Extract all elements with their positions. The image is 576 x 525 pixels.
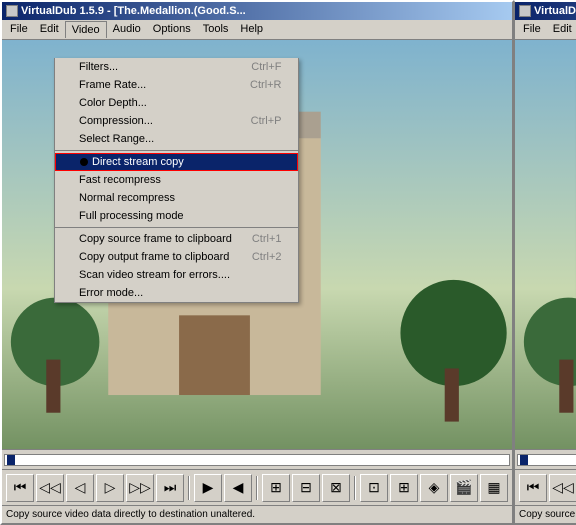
left-btn-next-key[interactable]: ▷▷ (126, 474, 154, 502)
left-toolbar-area: ⏮ ◁◁ ◁ ▷ ▷▷ ⏭ ▶ ◀ ⊞ ⊟ ⊠ ⊡ ⊞ ◈ 🎬 ▦ (2, 469, 512, 505)
video-menu-scanstream[interactable]: Scan video stream for errors.... (55, 266, 298, 284)
left-btn-start[interactable]: ⏮ (6, 474, 34, 502)
left-status-text: Copy source video data directly to desti… (6, 509, 508, 520)
left-btn-extra1[interactable]: ⊡ (360, 474, 388, 502)
left-menu-tools[interactable]: Tools (197, 21, 235, 38)
left-toolbar-sep3 (354, 476, 356, 500)
left-btn-extra2[interactable]: ⊞ (390, 474, 418, 502)
left-toolbar-sep2 (256, 476, 258, 500)
video-menu-copyoutput[interactable]: Copy output frame to clipboard Ctrl+2 (55, 248, 298, 266)
left-btn-fit[interactable]: ⊠ (322, 474, 350, 502)
left-window: VirtualDub 1.5.9 - [The.Medallion.(Good.… (0, 0, 514, 525)
video-menu-normalrecompress[interactable]: Normal recompress (55, 189, 298, 207)
left-menu-help[interactable]: Help (234, 21, 269, 38)
left-btn-next[interactable]: ▷ (96, 474, 124, 502)
right-menu-file[interactable]: File (517, 21, 547, 38)
left-menu-bar: File Edit Video Audio Options Tools Help (2, 20, 512, 40)
left-btn-extra3[interactable]: ◈ (420, 474, 448, 502)
right-timeline-track[interactable] (517, 454, 576, 466)
radio-dot-directstream (80, 158, 88, 166)
left-menu-audio[interactable]: Audio (107, 21, 147, 38)
video-menu-fullprocessing[interactable]: Full processing mode (55, 207, 298, 225)
right-timeline-area (515, 449, 576, 469)
left-btn-extra4[interactable]: 🎬 (450, 474, 478, 502)
right-menu-bar: File Edit Video Audio Options Tools Help (515, 20, 576, 40)
right-title-bar: VirtualDub 1.5.9 - [The.Medallion.(Good.… (515, 2, 576, 20)
left-btn-mark-out[interactable]: ◀ (224, 474, 252, 502)
right-status-text: Copy source audio data directly to desti… (519, 509, 576, 520)
left-btn-extra5[interactable]: ▦ (480, 474, 508, 502)
left-timeline-thumb[interactable] (7, 455, 15, 465)
left-btn-zoom-in[interactable]: ⊞ (262, 474, 290, 502)
right-toolbar-area: ⏮ ◁◁ ◁ ▷ ▷▷ ⏭ ▶ ◀ ⊞ ⊟ ⊠ ⊡ ⊞ ◈ 🎬 ▦ (515, 469, 576, 505)
left-timeline-area (2, 449, 512, 469)
left-menu-file[interactable]: File (4, 21, 34, 38)
video-menu-sep2 (55, 227, 298, 228)
left-btn-zoom-out[interactable]: ⊟ (292, 474, 320, 502)
left-app-icon (6, 5, 18, 17)
video-menu-compression[interactable]: Compression... Ctrl+P (55, 112, 298, 130)
left-btn-mark-in[interactable]: ▶ (194, 474, 222, 502)
left-status-bar: Copy source video data directly to desti… (2, 505, 512, 523)
left-toolbar-sep1 (188, 476, 190, 500)
video-menu-colordepth[interactable]: Color Depth... (55, 94, 298, 112)
right-btn-prev-key[interactable]: ◁◁ (549, 474, 576, 502)
video-menu-fastrecompress[interactable]: Fast recompress (55, 171, 298, 189)
video-dropdown-menu: Filters... Ctrl+F Frame Rate... Ctrl+R C… (54, 58, 299, 303)
video-menu-filters[interactable]: Filters... Ctrl+F (55, 58, 298, 76)
right-status-bar: Copy source audio data directly to desti… (515, 505, 576, 523)
left-menu-options[interactable]: Options (147, 21, 197, 38)
right-title-text: VirtualDub 1.5.9 - [The.Medallion.(Good.… (534, 5, 576, 17)
left-btn-prev-key[interactable]: ◁◁ (36, 474, 64, 502)
right-video-area (515, 40, 576, 449)
right-btn-start[interactable]: ⏮ (519, 474, 547, 502)
video-menu-directstream[interactable]: Direct stream copy (55, 153, 298, 171)
right-menu-edit[interactable]: Edit (547, 21, 576, 38)
left-title-text: VirtualDub 1.5.9 - [The.Medallion.(Good.… (21, 5, 246, 17)
video-menu-errormode[interactable]: Error mode... (55, 284, 298, 302)
left-menu-video[interactable]: Video (65, 21, 107, 38)
video-menu-selectrange[interactable]: Select Range... (55, 130, 298, 148)
video-menu-copysource[interactable]: Copy source frame to clipboard Ctrl+1 (55, 230, 298, 248)
left-btn-prev[interactable]: ◁ (66, 474, 94, 502)
right-window: VirtualDub 1.5.9 - [The.Medallion.(Good.… (514, 0, 576, 525)
right-timeline-thumb[interactable] (520, 455, 528, 465)
video-menu-sep1 (55, 150, 298, 151)
right-app-icon (519, 5, 531, 17)
left-timeline-track[interactable] (4, 454, 510, 466)
left-title-bar: VirtualDub 1.5.9 - [The.Medallion.(Good.… (2, 2, 512, 20)
left-btn-end[interactable]: ⏭ (156, 474, 184, 502)
left-menu-edit[interactable]: Edit (34, 21, 65, 38)
video-menu-framerate[interactable]: Frame Rate... Ctrl+R (55, 76, 298, 94)
